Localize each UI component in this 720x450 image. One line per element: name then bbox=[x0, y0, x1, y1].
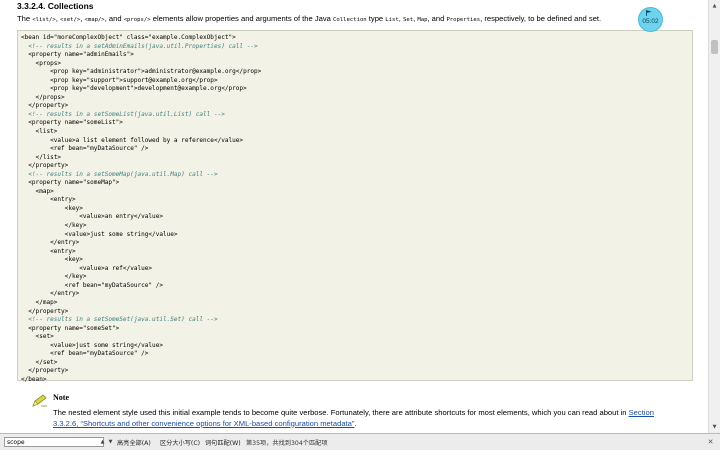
intro-text: The bbox=[17, 14, 33, 23]
note-body: The nested element style used this initi… bbox=[53, 408, 673, 429]
scroll-down-arrow-icon[interactable]: ▼ bbox=[709, 421, 720, 433]
note-title: Note bbox=[53, 393, 69, 402]
code-line: <set> bbox=[21, 333, 54, 341]
code-line: <property name="adminEmails"> bbox=[21, 51, 134, 59]
close-icon[interactable]: ✕ bbox=[705, 436, 716, 447]
code-block: <bean id="moreComplexObject" class="exam… bbox=[18, 31, 692, 384]
code-line: <entry> bbox=[21, 196, 76, 204]
match-case-button[interactable]: 区分大小写(C) bbox=[160, 438, 200, 447]
find-bar: ▲ ▼ 高亮全部(A) 区分大小写(C) 词句匹配(W) 第35项，共找到304… bbox=[0, 433, 720, 450]
code-line: <props> bbox=[21, 59, 62, 67]
scroll-up-arrow-icon[interactable]: ▲ bbox=[709, 0, 720, 12]
code-line: <prop key="development">development@exam… bbox=[21, 85, 247, 93]
code-line: <value>an entry</value> bbox=[21, 213, 163, 221]
code-line: </entry> bbox=[21, 239, 80, 247]
note-text: The nested element style used this initi… bbox=[53, 408, 629, 417]
inline-code: Map bbox=[417, 17, 428, 23]
inline-code: Set bbox=[402, 17, 414, 23]
code-line: </props> bbox=[21, 93, 65, 101]
intro-text: , respectively, to be defined and set. bbox=[480, 14, 602, 23]
triangle-down-icon[interactable]: ▼ bbox=[107, 437, 114, 447]
find-input[interactable] bbox=[4, 437, 104, 447]
inline-code: Collection bbox=[333, 17, 367, 23]
code-line: </property> bbox=[21, 162, 69, 170]
note-text-end: . bbox=[354, 418, 357, 428]
timer-text: 05:02 bbox=[642, 18, 659, 25]
intro-text: elements allow properties and arguments … bbox=[150, 14, 333, 23]
code-line: <value>a list element followed by a refe… bbox=[21, 136, 244, 144]
code-comment-line: <!-- results in a setSomeSet(java.util.S… bbox=[21, 316, 218, 324]
flag-icon bbox=[646, 10, 652, 16]
pencil-icon bbox=[32, 394, 47, 407]
intro-text: type bbox=[366, 14, 386, 23]
code-line: </list> bbox=[21, 153, 62, 161]
code-line: </property> bbox=[21, 367, 69, 375]
code-listing: <bean id="moreComplexObject" class="exam… bbox=[17, 30, 693, 384]
find-status: 第35项，共找到304个匹配项 bbox=[246, 440, 328, 447]
inline-code: List bbox=[385, 17, 399, 23]
code-line: <list> bbox=[21, 128, 58, 136]
inline-code: Properties bbox=[446, 17, 481, 23]
code-line: </map> bbox=[21, 298, 58, 306]
code-line: <value>just some string</value> bbox=[21, 230, 178, 238]
code-comment-line: <!-- results in a setSomeMap(java.util.M… bbox=[21, 170, 218, 178]
code-line: </key> bbox=[21, 273, 87, 281]
code-line: <value>just some string</value> bbox=[21, 341, 163, 349]
code-line: </entry> bbox=[21, 290, 80, 298]
code-line: </key> bbox=[21, 222, 87, 230]
intro-paragraph: The <list/>, <set/>, <map/>, and <props/… bbox=[17, 14, 657, 23]
code-line: <entry> bbox=[21, 247, 76, 255]
scroll-thumb[interactable] bbox=[711, 40, 718, 54]
whole-word-button[interactable]: 词句匹配(W) bbox=[205, 438, 241, 447]
vertical-scrollbar[interactable]: ▲ ▼ bbox=[708, 0, 720, 433]
code-line: <property name="someList"> bbox=[21, 119, 123, 127]
code-line: <property name="someMap"> bbox=[21, 179, 120, 187]
code-line: <prop key="support">support@example.org<… bbox=[21, 76, 218, 84]
highlight-all-button[interactable]: 高亮全部(A) bbox=[117, 438, 151, 447]
section-title: 3.3.2.4. Collections bbox=[17, 1, 94, 11]
code-line: <ref bean="myDataSource" /> bbox=[21, 145, 149, 153]
code-line: <property name="someSet"> bbox=[21, 324, 120, 332]
code-line: </property> bbox=[21, 102, 69, 110]
triangle-up-icon[interactable]: ▲ bbox=[99, 437, 106, 447]
code-line: <ref bean="myDataSource" /> bbox=[21, 350, 149, 358]
code-comment-line: <!-- results in a setAdminEmails(java.ut… bbox=[21, 42, 258, 50]
code-line: <ref bean="myDataSource" /> bbox=[21, 281, 163, 289]
code-line: <value>a ref</value> bbox=[21, 264, 153, 272]
code-comment-line: <!-- results in a setSomeList(java.util.… bbox=[21, 110, 225, 118]
intro-text: , and bbox=[104, 14, 124, 23]
inline-code: <list/> bbox=[32, 17, 56, 23]
inline-code: <map/> bbox=[84, 17, 105, 23]
document-page: 3.3.2.4. Collections The <list/>, <set/>… bbox=[0, 0, 708, 433]
code-line: <bean id="moreComplexObject" class="exam… bbox=[21, 34, 236, 41]
code-line: <key> bbox=[21, 204, 83, 212]
code-line: </property> bbox=[21, 307, 69, 315]
inline-code: <props/> bbox=[123, 17, 151, 23]
inline-code: <set/> bbox=[60, 17, 81, 23]
timer-badge[interactable]: 05:02 bbox=[638, 7, 663, 32]
code-line: <map> bbox=[21, 187, 54, 195]
code-line: </set> bbox=[21, 358, 58, 366]
code-line: <key> bbox=[21, 256, 83, 264]
code-line: <prop key="administrator">administrator@… bbox=[21, 68, 262, 76]
intro-text: , and bbox=[427, 14, 447, 23]
code-line: </bean> bbox=[21, 375, 47, 383]
